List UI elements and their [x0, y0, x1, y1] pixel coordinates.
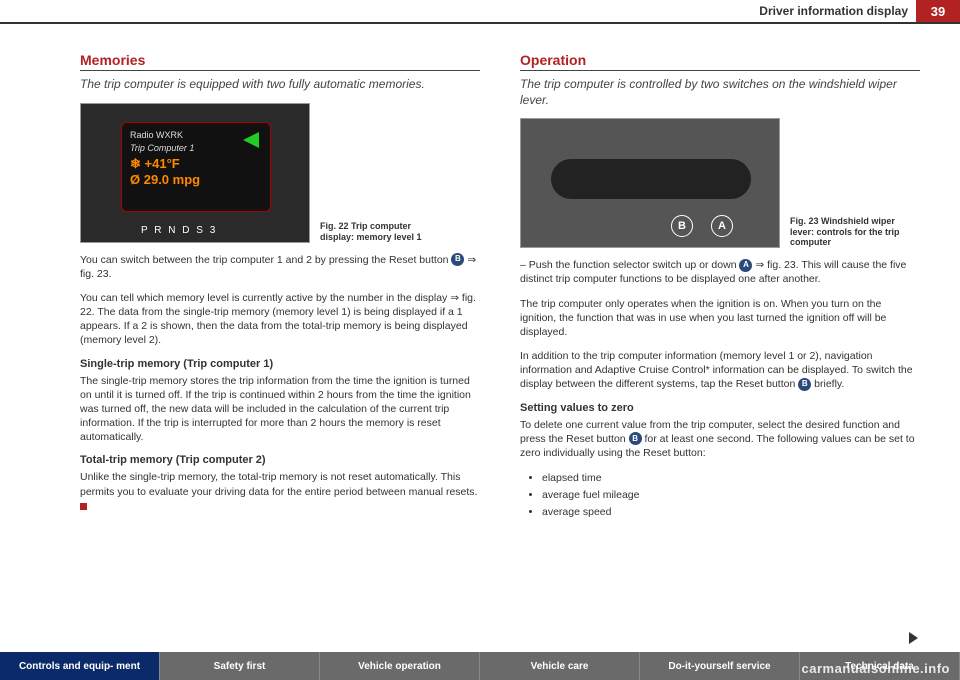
callout-arrow-icon — [243, 132, 259, 148]
step: – Push the function selector switch up o… — [520, 258, 920, 286]
dash-gear: P R N D S 3 — [141, 225, 217, 236]
text: Unlike the single-trip memory, the total… — [80, 471, 477, 497]
wiper-lever-icon — [551, 159, 751, 199]
heading-setting-zero: Setting values to zero — [520, 402, 920, 414]
button-ref-b-icon: B — [451, 253, 464, 266]
section-subtitle: The trip computer is equipped with two f… — [80, 77, 480, 93]
paragraph: You can switch between the trip computer… — [80, 253, 480, 281]
heading-total-trip: Total-trip memory (Trip computer 2) — [80, 454, 480, 466]
figure-23-caption: Fig. 23 Windshield wiper lever: controls… — [790, 216, 910, 248]
tab-diy-service[interactable]: Do-it-yourself service — [640, 652, 800, 680]
text: – Push the function selector switch up o… — [520, 259, 739, 271]
section-title-memories: Memories — [80, 52, 480, 71]
tab-safety[interactable]: Safety first — [160, 652, 320, 680]
figure-23-row: B A Fig. 23 Windshield wiper lever: cont… — [520, 118, 920, 248]
text: In addition to the trip computer informa… — [520, 350, 913, 390]
callout-a-icon: A — [711, 215, 733, 237]
figure-23-image: B A — [520, 118, 780, 248]
button-ref-a-icon: A — [739, 259, 752, 272]
list-item: elapsed time — [542, 470, 920, 487]
left-column: Memories The trip computer is equipped w… — [80, 52, 480, 523]
dash-temp: ❄ +41°F — [130, 156, 262, 172]
paragraph: The single-trip memory stores the trip i… — [80, 374, 480, 445]
text: You can switch between the trip computer… — [80, 254, 451, 266]
figure-22-row: Radio WXRK Trip Computer 1 ❄ +41°F Ø 29.… — [80, 103, 480, 243]
right-column: Operation The trip computer is controlle… — [520, 52, 920, 523]
section-title-operation: Operation — [520, 52, 920, 71]
dash-mpg-value: 29.0 mpg — [144, 172, 200, 187]
tab-controls[interactable]: Controls and equip- ment — [0, 652, 160, 680]
page-number-badge: 39 — [916, 0, 960, 22]
paragraph: The trip computer only operates when the… — [520, 297, 920, 340]
dash-temp-value: +41°F — [145, 156, 180, 171]
list-item: average speed — [542, 504, 920, 521]
content-columns: Memories The trip computer is equipped w… — [80, 52, 920, 523]
heading-single-trip: Single-trip memory (Trip computer 1) — [80, 358, 480, 370]
list-item: average fuel mileage — [542, 487, 920, 504]
dash-mpg: Ø 29.0 mpg — [130, 172, 262, 187]
paragraph: In addition to the trip computer informa… — [520, 349, 920, 392]
button-ref-b-icon: B — [798, 378, 811, 391]
tab-technical-data[interactable]: Technical data — [800, 652, 960, 680]
tab-vehicle-operation[interactable]: Vehicle operation — [320, 652, 480, 680]
tab-vehicle-care[interactable]: Vehicle care — [480, 652, 640, 680]
end-square-icon — [80, 503, 87, 510]
footer-nav-tabs: Controls and equip- ment Safety first Ve… — [0, 652, 960, 680]
figure-22-caption: Fig. 22 Trip computer display: memory le… — [320, 221, 440, 243]
section-subtitle: The trip computer is controlled by two s… — [520, 77, 920, 108]
bullet-list: elapsed time average fuel mileage averag… — [520, 470, 920, 520]
paragraph: You can tell which memory level is curre… — [80, 291, 480, 348]
header-section: Driver information display — [759, 4, 908, 18]
continue-arrow-icon — [909, 632, 918, 644]
callout-b-icon: B — [671, 215, 693, 237]
text: briefly. — [811, 378, 844, 390]
paragraph: To delete one current value from the tri… — [520, 418, 920, 461]
button-ref-b-icon: B — [629, 432, 642, 445]
figure-22-image: Radio WXRK Trip Computer 1 ❄ +41°F Ø 29.… — [80, 103, 310, 243]
header-rule — [0, 22, 960, 24]
paragraph: Unlike the single-trip memory, the total… — [80, 470, 480, 513]
